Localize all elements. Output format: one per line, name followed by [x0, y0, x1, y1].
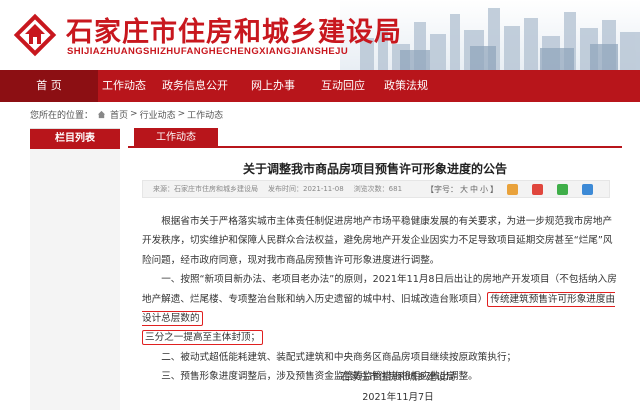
sign-date: 2021年11月7日	[362, 392, 434, 403]
nav-item-home[interactable]: 首 页	[0, 70, 98, 102]
article-title: 关于调整我市商品房项目预售许可形象进度的公告	[242, 162, 507, 176]
article-signature: 石家庄市住房和城乡建设局 2021年11月7日	[338, 368, 458, 408]
nav-item-online-service[interactable]: 网上办事	[240, 70, 306, 102]
font-size-large[interactable]: 大	[460, 185, 468, 194]
font-size-label: 【字号：	[426, 185, 458, 194]
nav-item-policy[interactable]: 政策法规	[380, 70, 432, 102]
signer-name: 石家庄市住房和城乡建设局	[340, 372, 456, 383]
site-header: 石家庄市住房和城乡建设局 SHIJIAZHUANGSHIZHUFANGHECHE…	[0, 0, 640, 70]
site-title: 石家庄市住房和城乡建设局	[66, 17, 402, 48]
article-views: 浏览次数：681	[353, 185, 403, 193]
article-meta-bar: 来源：石家庄市住房和城乡建设局 发布时间：2021-11-08 浏览次数：681…	[142, 180, 610, 198]
breadcrumb: 您所在的位置： 首页 > 行业动态 > 工作动态	[30, 107, 223, 121]
article-body: 根据省市关于严格落实城市主体责任制促进房地产市场平稳健康发展的有关要求，为进一步…	[142, 212, 620, 387]
share-qq-icon[interactable]	[582, 184, 593, 195]
font-size-medium[interactable]: 中	[470, 185, 478, 194]
article-paragraph: 根据省市关于严格落实城市主体责任制促进房地产市场平稳健康发展的有关要求，为进一步…	[142, 216, 613, 266]
bureau-logo-icon	[13, 13, 57, 57]
article-paragraph: 一、按照“新项目新办法、老项目老办法”的原则，2021年11月8日后出让的房地产…	[142, 270, 620, 328]
main-tab-bar: 工作动态	[128, 128, 622, 148]
tab-work-news[interactable]: 工作动态	[134, 128, 218, 148]
breadcrumb-industry-news[interactable]: 行业动态	[140, 108, 176, 121]
font-size-small[interactable]: 小	[480, 185, 488, 194]
main-nav: 首 页 工作动态 政务信息公开 网上办事 互动回应 政策法规	[0, 70, 640, 102]
home-icon	[97, 110, 106, 118]
highlight-box: 三分之一提高至主体封顶；	[142, 330, 264, 346]
breadcrumb-separator: >	[177, 109, 186, 119]
article-date: 发布时间：2021-11-08	[268, 185, 344, 193]
breadcrumb-prefix: 您所在的位置：	[30, 110, 94, 121]
sidebar: 栏目列表	[30, 128, 120, 410]
share-weibo-icon[interactable]	[532, 184, 543, 195]
article-paragraph: 三分之一提高至主体封顶；	[142, 328, 620, 347]
article-paragraph: 二、被动式超低能耗建筑、装配式建筑和中央商务区商品房项目继续按原政策执行；	[161, 351, 517, 363]
nav-item-interaction[interactable]: 互动回应	[306, 70, 380, 102]
nav-item-work-news[interactable]: 工作动态	[98, 70, 150, 102]
site-pinyin: SHIJIAZHUANGSHIZHUFANGHECHENGXIANGJIANSH…	[67, 46, 349, 57]
main-content: 工作动态 关于调整我市商品房项目预售许可形象进度的公告 来源：石家庄市住房和城乡…	[128, 128, 622, 410]
breadcrumb-home[interactable]: 首页	[110, 108, 128, 121]
breadcrumb-separator: >	[130, 109, 138, 119]
meta-tools: 【字号：大中小】	[425, 184, 603, 195]
breadcrumb-work-news[interactable]: 工作动态	[187, 108, 223, 121]
font-size-close: 】	[490, 185, 498, 194]
sidebar-heading: 栏目列表	[30, 129, 120, 149]
nav-item-gov-info[interactable]: 政务信息公开	[150, 70, 240, 102]
article-source: 来源：石家庄市住房和城乡建设局	[153, 185, 258, 193]
share-qzone-icon[interactable]	[507, 184, 518, 195]
share-wechat-icon[interactable]	[557, 184, 568, 195]
font-size-control: 【字号：大中小】	[425, 184, 499, 195]
